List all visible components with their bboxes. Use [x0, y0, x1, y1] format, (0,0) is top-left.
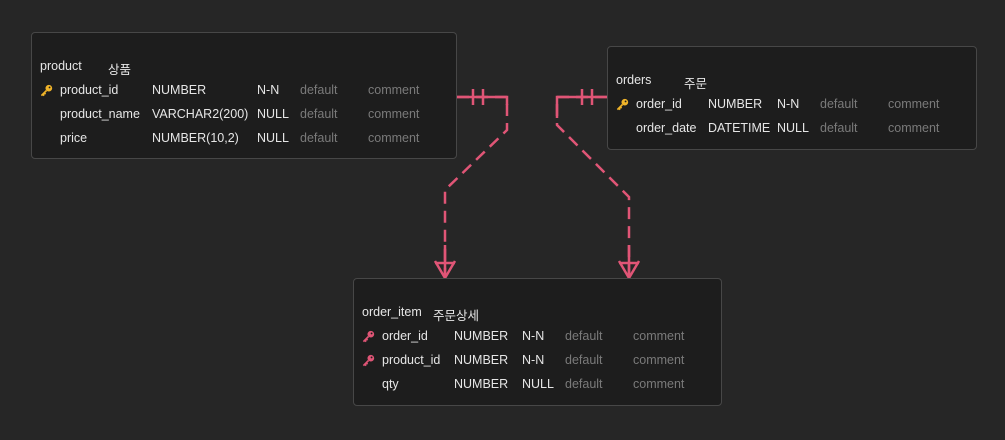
- table-order-item[interactable]: order_item 주문상세 order_id NUMBER N-N defa…: [353, 278, 722, 406]
- table-comment: 상품: [108, 63, 132, 77]
- column-default: default: [565, 353, 603, 367]
- column-name: qty: [382, 377, 399, 391]
- table-name: orders: [616, 73, 652, 87]
- erd-canvas[interactable]: product 상품 product_id NUMBER N-N default…: [0, 0, 1005, 440]
- column-type: DATETIME: [708, 121, 771, 135]
- column-nullable: NULL: [257, 131, 289, 145]
- column-comment: comment: [888, 97, 940, 111]
- column-nullable: NULL: [257, 107, 289, 121]
- table-product[interactable]: product 상품 product_id NUMBER N-N default…: [31, 32, 457, 159]
- column-default: default: [820, 97, 858, 111]
- column-row[interactable]: order_id NUMBER N-N default comment: [608, 97, 976, 113]
- column-nullable: NULL: [522, 377, 554, 391]
- table-orders[interactable]: orders 주문 order_id NUMBER N-N default co…: [607, 46, 977, 150]
- column-name: order_date: [636, 121, 697, 135]
- column-comment: comment: [633, 353, 685, 367]
- column-name: order_id: [636, 97, 682, 111]
- column-default: default: [300, 83, 338, 97]
- column-nullable: NULL: [777, 121, 809, 135]
- column-default: default: [820, 121, 858, 135]
- column-default: default: [565, 329, 603, 343]
- column-row[interactable]: product_id NUMBER N-N default comment: [354, 353, 721, 369]
- column-row[interactable]: price NUMBER(10,2) NULL default comment: [32, 131, 456, 147]
- column-type: NUMBER: [454, 329, 509, 343]
- column-comment: comment: [368, 83, 420, 97]
- column-comment: comment: [633, 377, 685, 391]
- column-name: product_id: [60, 83, 119, 97]
- foreign-key-icon: [362, 354, 375, 367]
- column-default: default: [300, 131, 338, 145]
- column-type: NUMBER(10,2): [152, 131, 239, 145]
- column-row[interactable]: product_name VARCHAR2(200) NULL default …: [32, 107, 456, 123]
- primary-key-icon: [40, 84, 53, 97]
- column-comment: comment: [368, 131, 420, 145]
- foreign-key-icon: [362, 330, 375, 343]
- column-type: NUMBER: [454, 353, 509, 367]
- column-row[interactable]: product_id NUMBER N-N default comment: [32, 83, 456, 99]
- column-row[interactable]: order_id NUMBER N-N default comment: [354, 329, 721, 345]
- column-nullable: N-N: [257, 83, 280, 97]
- column-comment: comment: [368, 107, 420, 121]
- column-type: VARCHAR2(200): [152, 107, 249, 121]
- column-row[interactable]: qty NUMBER NULL default comment: [354, 377, 721, 393]
- column-name: order_id: [382, 329, 428, 343]
- column-name: product_id: [382, 353, 441, 367]
- column-row[interactable]: order_date DATETIME NULL default comment: [608, 121, 976, 137]
- column-nullable: N-N: [522, 353, 545, 367]
- column-default: default: [300, 107, 338, 121]
- column-comment: comment: [633, 329, 685, 343]
- column-type: NUMBER: [152, 83, 207, 97]
- column-type: NUMBER: [708, 97, 763, 111]
- column-name: product_name: [60, 107, 140, 121]
- table-name: product: [40, 59, 82, 73]
- column-comment: comment: [888, 121, 940, 135]
- table-comment: 주문상세: [433, 309, 480, 323]
- column-type: NUMBER: [454, 377, 509, 391]
- column-nullable: N-N: [777, 97, 800, 111]
- table-comment: 주문: [684, 77, 708, 91]
- column-default: default: [565, 377, 603, 391]
- column-nullable: N-N: [522, 329, 545, 343]
- column-name: price: [60, 131, 88, 145]
- primary-key-icon: [616, 98, 629, 111]
- table-name: order_item: [362, 305, 422, 319]
